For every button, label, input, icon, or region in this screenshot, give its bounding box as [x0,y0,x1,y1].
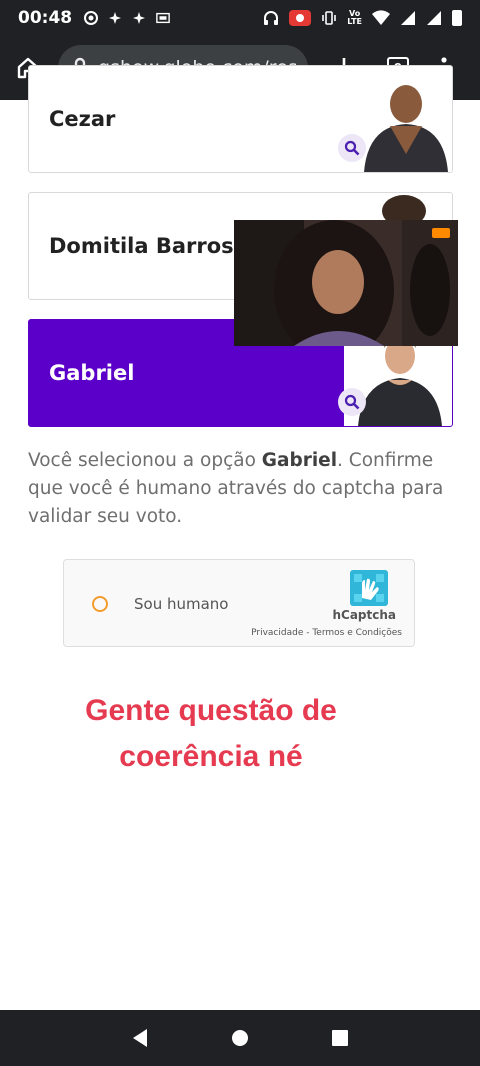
candidate-name: Domitila Barros [49,234,234,258]
system-nav-bar [0,1010,480,1066]
caption-line-2: coerência né [119,740,303,773]
confirm-prefix: Você selecionou a opção [28,450,262,471]
caption-line-1: Gente questão de [85,694,337,727]
pinwheel-icon [109,12,122,24]
captcha-links[interactable]: Privacidade - Termos e Condições [251,628,402,638]
hcaptcha-widget: Sou humano hCaptcha Privacidade - Termos… [63,559,415,647]
video-overlay[interactable] [234,220,458,346]
clock: 00:48 [18,8,73,28]
back-icon [133,1029,147,1047]
captcha-checkbox[interactable] [92,596,108,612]
selected-option: Gabriel [261,450,338,471]
view-photo-button[interactable] [338,134,366,162]
signal-icon-2 [427,11,441,25]
home-circle-icon [232,1030,248,1046]
broadcast-logo [432,228,450,238]
video-frame [234,220,458,346]
status-bar: 00:48 Vo LTE [0,0,480,36]
recents-button[interactable] [331,1029,349,1047]
candidate-name: Cezar [49,107,116,131]
pinwheel-icon-2 [133,12,146,24]
confirmation-message: Você selecionou a opção Gabriel. Confirm… [28,447,458,531]
headphones-icon [264,11,279,25]
candidate-name: Gabriel [49,361,135,385]
view-photo-button[interactable] [338,388,366,416]
back-button[interactable] [131,1028,149,1048]
volte-indicator: Vo LTE [347,9,362,26]
video-caption: Gente questão de coerência né [0,688,422,780]
recents-icon [332,1030,348,1046]
captcha-label: Sou humano [134,595,229,613]
record-icon [84,11,99,25]
gallery-icon [156,12,170,24]
vibrate-icon [322,11,337,25]
search-icon [344,394,360,410]
screen-record-icon [289,10,312,26]
battery-icon [452,10,462,26]
candidate-card-cezar[interactable]: Cezar [28,65,453,173]
search-icon [344,140,360,156]
home-nav-button[interactable] [231,1029,249,1047]
captcha-brand: hCaptcha [332,608,396,622]
hcaptcha-logo-icon [350,570,388,606]
signal-icon [401,11,415,25]
wifi-icon [372,10,390,25]
